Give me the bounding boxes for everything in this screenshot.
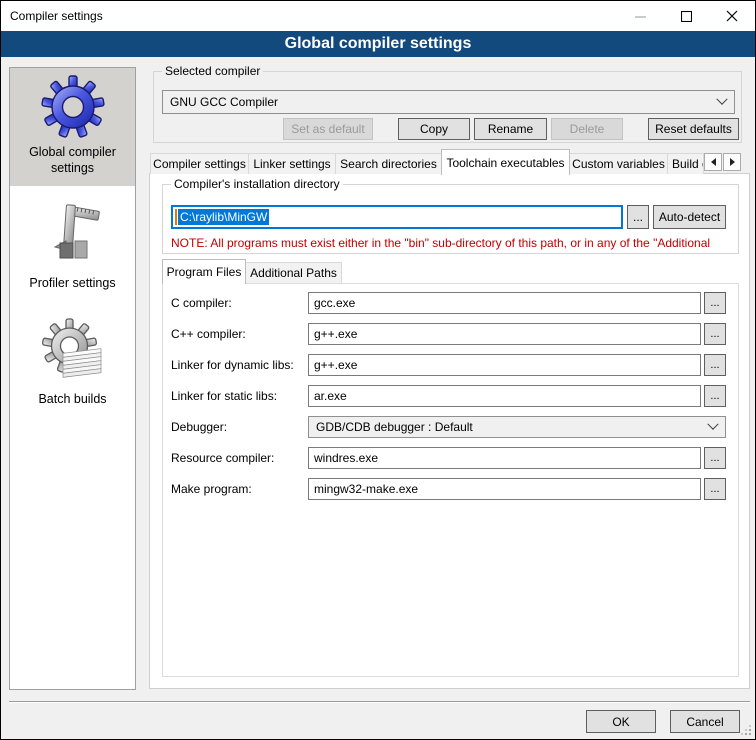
subtab-additional-paths[interactable]: Additional Paths [245,262,342,283]
tab-scroll-left-icon [711,158,716,166]
footer-divider [9,701,750,703]
maximize-icon [681,11,692,22]
rename-button[interactable]: Rename [474,118,547,140]
resource-compiler-browse-button[interactable]: ... [704,447,726,469]
close-button[interactable] [709,1,755,31]
blue-gear-icon [41,75,105,139]
compiler-select[interactable]: GNU GCC Compiler [162,90,735,114]
field-label: Linker for dynamic libs: [171,358,308,372]
tab-scroll-right-icon [730,158,735,166]
set-as-default-button: Set as default [283,118,373,140]
field-label: C++ compiler: [171,327,308,341]
field-row-debugger: Debugger: GDB/CDB debugger : Default [171,416,726,438]
make-program-input[interactable] [308,478,701,500]
page-title: Global compiler settings [1,31,755,57]
make-program-browse-button[interactable]: ... [704,478,726,500]
field-label: Make program: [171,482,308,496]
sidebar-item-profiler-settings[interactable]: Profiler settings [10,191,135,311]
tab-build-options[interactable]: Build options [667,153,704,174]
install-dir-input[interactable]: C:\raylib\MinGW [171,205,623,229]
chevron-down-icon [716,94,727,105]
debugger-select-value: GDB/CDB debugger : Default [316,420,709,434]
toolchain-executables-panel: Compiler's installation directory C:\ray… [149,173,750,689]
installation-directory-group: Compiler's installation directory C:\ray… [162,184,739,254]
dynamic-linker-input[interactable] [308,354,701,376]
group-label: Compiler's installation directory [171,177,343,191]
static-linker-input[interactable] [308,385,701,407]
sidebar-item-label: Batch builds [10,391,135,407]
tab-compiler-settings[interactable]: Compiler settings [150,153,249,174]
dialog-buttons: OK Cancel [586,710,740,733]
field-row-dynamic-linker: Linker for dynamic libs: ... [171,354,726,376]
resize-grip[interactable] [749,733,751,735]
tab-scroll-right-button[interactable] [723,153,741,171]
install-dir-selected-text: C:\raylib\MinGW [178,209,269,225]
caliper-icon [41,198,105,262]
auto-detect-button[interactable]: Auto-detect [653,205,726,229]
field-row-c-compiler: C compiler: ... [171,292,726,314]
tab-linker-settings[interactable]: Linker settings [248,153,336,174]
gray-gear-stack-icon [41,318,105,382]
copy-button[interactable]: Copy [398,118,470,140]
cpp-compiler-browse-button[interactable]: ... [704,323,726,345]
field-row-resource-compiler: Resource compiler: ... [171,447,726,469]
reset-defaults-button[interactable]: Reset defaults [648,118,739,140]
c-compiler-input[interactable] [308,292,701,314]
group-label: Selected compiler [162,64,263,78]
cancel-button[interactable]: Cancel [670,710,740,733]
dynamic-linker-browse-button[interactable]: ... [704,354,726,376]
chevron-down-icon [707,419,718,430]
compiler-settings-dialog: Compiler settings Global compiler settin… [0,0,756,740]
selected-compiler-group: Selected compiler GNU GCC Compiler Set a… [153,71,742,143]
tab-search-directories[interactable]: Search directories [335,153,442,174]
field-row-static-linker: Linker for static libs: ... [171,385,726,407]
tab-scroll-left-button[interactable] [704,153,722,171]
debugger-select[interactable]: GDB/CDB debugger : Default [308,416,726,438]
subtab-program-files[interactable]: Program Files [162,259,246,284]
field-row-cpp-compiler: C++ compiler: ... [171,323,726,345]
field-label: Debugger: [171,420,308,434]
minimize-button [617,1,663,31]
field-label: C compiler: [171,296,308,310]
sidebar-item-label: Profiler settings [10,275,135,291]
field-label: Linker for static libs: [171,389,308,403]
ok-button[interactable]: OK [586,710,656,733]
delete-button: Delete [551,118,623,140]
compiler-select-value: GNU GCC Compiler [170,95,718,109]
tab-custom-variables[interactable]: Custom variables [569,153,668,174]
resource-compiler-input[interactable] [308,447,701,469]
tab-toolchain-executables[interactable]: Toolchain executables [441,149,570,175]
maximize-button[interactable] [663,1,709,31]
toolchain-subtabs: Program Files Additional Paths [162,258,341,283]
text-caret [175,209,177,225]
settings-tabs: Compiler settings Linker settings Search… [150,148,741,174]
sidebar-item-global-compiler-settings[interactable]: Global compiler settings [10,68,135,186]
minimize-icon [635,11,646,22]
note-text: NOTE: All programs must exist either in … [171,236,733,250]
cpp-compiler-input[interactable] [308,323,701,345]
close-icon [726,10,738,22]
sidebar-item-batch-builds[interactable]: Batch builds [10,311,135,431]
program-files-panel: C compiler: ... C++ compiler: ... Linker… [162,283,739,677]
window-title: Compiler settings [10,9,103,23]
install-dir-browse-button[interactable]: ... [627,205,649,229]
field-label: Resource compiler: [171,451,308,465]
c-compiler-browse-button[interactable]: ... [704,292,726,314]
field-row-make-program: Make program: ... [171,478,726,500]
window-controls [617,1,755,31]
sidebar-item-label: Global compiler settings [10,144,135,177]
titlebar[interactable]: Compiler settings [1,1,755,31]
settings-category-list: Global compiler settings [9,67,136,690]
static-linker-browse-button[interactable]: ... [704,385,726,407]
